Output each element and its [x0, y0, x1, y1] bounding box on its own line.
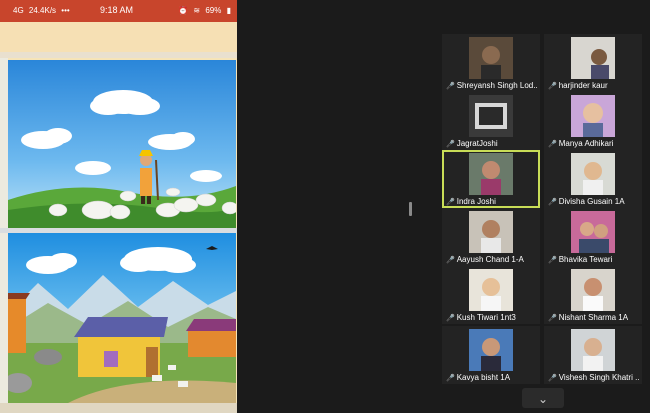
more-icon: •••	[61, 6, 70, 15]
status-time: 9:18 AM	[100, 5, 134, 15]
status-left: 4G 24.4K/s •••	[10, 6, 70, 15]
participant-tile[interactable]: 🎤 harjinder kaur	[544, 34, 642, 92]
participant-video	[571, 37, 615, 79]
participant-label: 🎤 JagratJoshi	[446, 139, 538, 148]
scene-bottom	[0, 403, 237, 413]
participant-name: Bhavika Tewari	[558, 255, 613, 264]
participant-label: 🎤 Divisha Gusain 1A	[548, 197, 640, 206]
participant-label: 🎤 Indra Joshi	[446, 197, 538, 206]
participant-video	[571, 269, 615, 311]
shared-screen: 4G 24.4K/s ••• 9:18 AM ⏰ ≋ 69% ▮	[0, 0, 237, 413]
participant-name: Shreyansh Singh Lod...	[456, 81, 538, 90]
participant-video	[469, 269, 513, 311]
mic-muted-icon: 🎤	[446, 199, 455, 206]
mic-muted-icon: 🎤	[548, 141, 557, 148]
chevron-down-icon: ⌄	[537, 392, 549, 406]
participant-tile[interactable]: 🎤 Bhavika Tewari	[544, 208, 642, 266]
participant-video	[469, 153, 513, 195]
participant-label: 🎤 Vishesh Singh Khatri ...	[548, 373, 640, 382]
participant-tile[interactable]: 🎤 Kush Tiwari 1nt3	[442, 266, 540, 324]
participant-tile[interactable]: 🎤 Aayush Chand 1-A	[442, 208, 540, 266]
mic-muted-icon: 🎤	[548, 375, 557, 382]
participant-video	[571, 211, 615, 253]
participant-video	[571, 95, 615, 137]
phone-status-bar: 4G 24.4K/s ••• 9:18 AM ⏰ ≋ 69% ▮	[0, 0, 237, 22]
page-header-area	[0, 22, 237, 52]
mic-muted-icon: 🎤	[548, 83, 557, 90]
mic-muted-icon: 🎤	[446, 257, 455, 264]
mic-muted-icon: 🎤	[548, 199, 557, 206]
wifi-icon: ≋	[193, 6, 201, 15]
participant-label: 🎤 Kush Tiwari 1nt3	[446, 313, 538, 322]
alarm-icon: ⏰	[178, 6, 189, 15]
participant-tile[interactable]: 🎤 Manya Adhikari	[544, 92, 642, 150]
participant-video	[469, 37, 513, 79]
participant-name: Indra Joshi	[456, 197, 496, 206]
scroll-down-button[interactable]: ⌄	[522, 388, 564, 408]
participant-tile-active-speaker[interactable]: 🎤 Indra Joshi	[442, 150, 540, 208]
mic-muted-icon: 🎤	[548, 257, 557, 264]
battery-level: 69%	[205, 6, 222, 15]
participant-tile[interactable]: 🎤 JagratJoshi	[442, 92, 540, 150]
participant-name: Vishesh Singh Khatri ...	[558, 373, 640, 382]
participant-name: harjinder kaur	[558, 81, 608, 90]
participant-video	[571, 329, 615, 371]
mic-muted-icon: 🎤	[446, 315, 455, 322]
participant-name: JagratJoshi	[456, 139, 498, 148]
battery-icon: ▮	[226, 6, 231, 15]
mic-muted-icon: 🎤	[446, 141, 455, 148]
participant-label: 🎤 harjinder kaur	[548, 81, 640, 90]
participant-tile[interactable]: 🎤 Kavya bisht 1A	[442, 326, 540, 384]
participant-label: 🎤 Aayush Chand 1-A	[446, 255, 538, 264]
participant-name: Divisha Gusain 1A	[558, 197, 625, 206]
participant-name: Kush Tiwari 1nt3	[456, 313, 516, 322]
participant-name: Manya Adhikari	[558, 139, 614, 148]
participant-video	[469, 211, 513, 253]
participant-label: 🎤 Kavya bisht 1A	[446, 373, 538, 382]
participant-name: Nishant Sharma 1A	[558, 313, 629, 322]
participant-label: 🎤 Bhavika Tewari	[548, 255, 640, 264]
participant-tile[interactable]: 🎤 Nishant Sharma 1A	[544, 266, 642, 324]
mic-muted-icon: 🎤	[446, 83, 455, 90]
divider	[0, 52, 237, 58]
participant-tile[interactable]: 🎤 Vishesh Singh Khatri ...	[544, 326, 642, 384]
participant-name: Kavya bisht 1A	[456, 373, 511, 382]
participant-label: 🎤 Shreyansh Singh Lod...	[446, 81, 538, 90]
participant-video	[571, 153, 615, 195]
story-illustration-village	[8, 233, 236, 403]
panel-resize-handle[interactable]	[409, 202, 412, 216]
participant-video	[469, 95, 513, 137]
participant-label: 🎤 Nishant Sharma 1A	[548, 313, 640, 322]
participant-tile[interactable]: 🎤 Divisha Gusain 1A	[544, 150, 642, 208]
mic-muted-icon: 🎤	[548, 315, 557, 322]
signal-strength: 4G	[13, 6, 24, 15]
status-right: ⏰ ≋ 69% ▮	[175, 6, 231, 15]
participant-label: 🎤 Manya Adhikari	[548, 139, 640, 148]
participant-video	[469, 329, 513, 371]
mic-muted-icon: 🎤	[446, 375, 455, 382]
network-speed: 24.4K/s	[28, 6, 57, 15]
story-illustration-shepherd	[8, 60, 236, 228]
participant-tile[interactable]: 🎤 Shreyansh Singh Lod...	[442, 34, 540, 92]
participant-name: Aayush Chand 1-A	[456, 255, 524, 264]
